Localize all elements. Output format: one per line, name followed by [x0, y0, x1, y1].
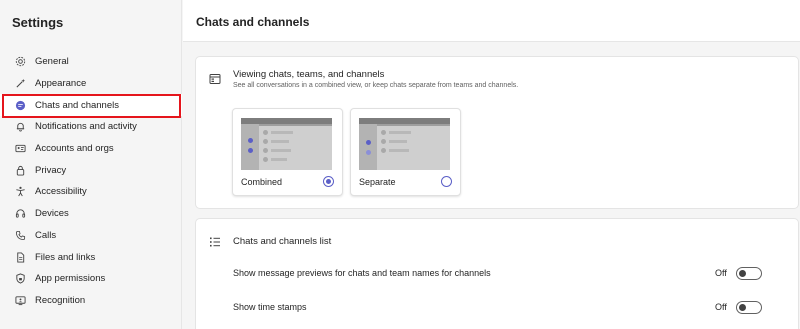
message-previews-label: Show message previews for chats and team… — [233, 268, 491, 278]
accessibility-icon — [14, 186, 26, 198]
id-card-icon — [14, 143, 26, 155]
settings-main: Chats and channels Viewing chats, teams,… — [183, 0, 800, 329]
sidebar-item-files-and-links[interactable]: Files and links — [0, 246, 182, 268]
viewing-title: Viewing chats, teams, and channels — [233, 69, 385, 80]
sidebar-item-label: General — [35, 56, 69, 68]
layout-icon — [209, 72, 221, 84]
sidebar-item-privacy[interactable]: Privacy — [0, 159, 182, 181]
sidebar-item-label: Accessibility — [35, 186, 87, 198]
separate-option[interactable]: Separate — [350, 108, 461, 196]
sidebar-title: Settings — [12, 15, 64, 30]
sidebar-item-label: Files and links — [35, 251, 96, 263]
shield-lock-icon — [14, 273, 26, 285]
viewing-card: Viewing chats, teams, and channels See a… — [195, 56, 799, 209]
sidebar-item-label: Calls — [35, 229, 57, 241]
sidebar-item-notifications[interactable]: Notifications and activity — [0, 116, 182, 138]
sidebar-item-app-permissions[interactable]: App permissions — [0, 268, 182, 290]
sidebar-item-devices[interactable]: Devices — [0, 203, 182, 225]
lock-icon — [14, 164, 26, 176]
main-header: Chats and channels — [183, 0, 800, 42]
settings-sidebar: Settings General Appearance Chats and ch… — [0, 0, 182, 329]
bell-icon — [14, 121, 26, 133]
combined-option[interactable]: Combined — [232, 108, 343, 196]
viewing-subtitle: See all conversations in a combined view… — [233, 82, 519, 89]
sidebar-item-general[interactable]: General — [0, 51, 182, 73]
sidebar-item-accounts[interactable]: Accounts and orgs — [0, 138, 182, 160]
combined-preview-image — [241, 118, 332, 170]
sidebar-item-label: Privacy — [35, 164, 67, 176]
gear-icon — [14, 56, 26, 68]
time-stamps-state: Off — [715, 302, 727, 312]
message-previews-toggle[interactable] — [736, 267, 762, 280]
message-previews-state: Off — [715, 268, 727, 278]
sidebar-item-recognition[interactable]: Recognition — [0, 290, 182, 312]
list-icon — [209, 235, 221, 247]
annotation-highlight-box — [2, 94, 181, 118]
combined-label: Combined — [241, 177, 283, 187]
sidebar-item-label: Appearance — [35, 78, 87, 90]
chats-list-title: Chats and channels list — [233, 236, 332, 247]
time-stamps-label: Show time stamps — [233, 302, 307, 312]
sidebar-item-calls[interactable]: Calls — [0, 225, 182, 247]
page-title: Chats and channels — [196, 15, 310, 29]
headset-icon — [14, 208, 26, 220]
monitor-person-icon — [14, 294, 26, 306]
phone-icon — [14, 229, 26, 241]
sidebar-item-label: Devices — [35, 208, 69, 220]
sidebar-item-accessibility[interactable]: Accessibility — [0, 181, 182, 203]
time-stamps-toggle[interactable] — [736, 301, 762, 314]
sidebar-item-label: Accounts and orgs — [35, 143, 114, 155]
sidebar-item-label: Recognition — [35, 294, 86, 306]
separate-radio[interactable] — [441, 176, 452, 187]
sidebar-item-appearance[interactable]: Appearance — [0, 73, 182, 95]
combined-radio[interactable] — [323, 176, 334, 187]
sidebar-item-label: App permissions — [35, 273, 106, 285]
document-icon — [14, 251, 26, 263]
sidebar-item-label: Notifications and activity — [35, 121, 137, 133]
separate-preview-image — [359, 118, 450, 170]
separate-label: Separate — [359, 177, 396, 187]
chats-list-card: Chats and channels list Show message pre… — [195, 218, 799, 329]
settings-nav: General Appearance Chats and channels No… — [0, 51, 182, 311]
magic-wand-icon — [14, 78, 26, 90]
